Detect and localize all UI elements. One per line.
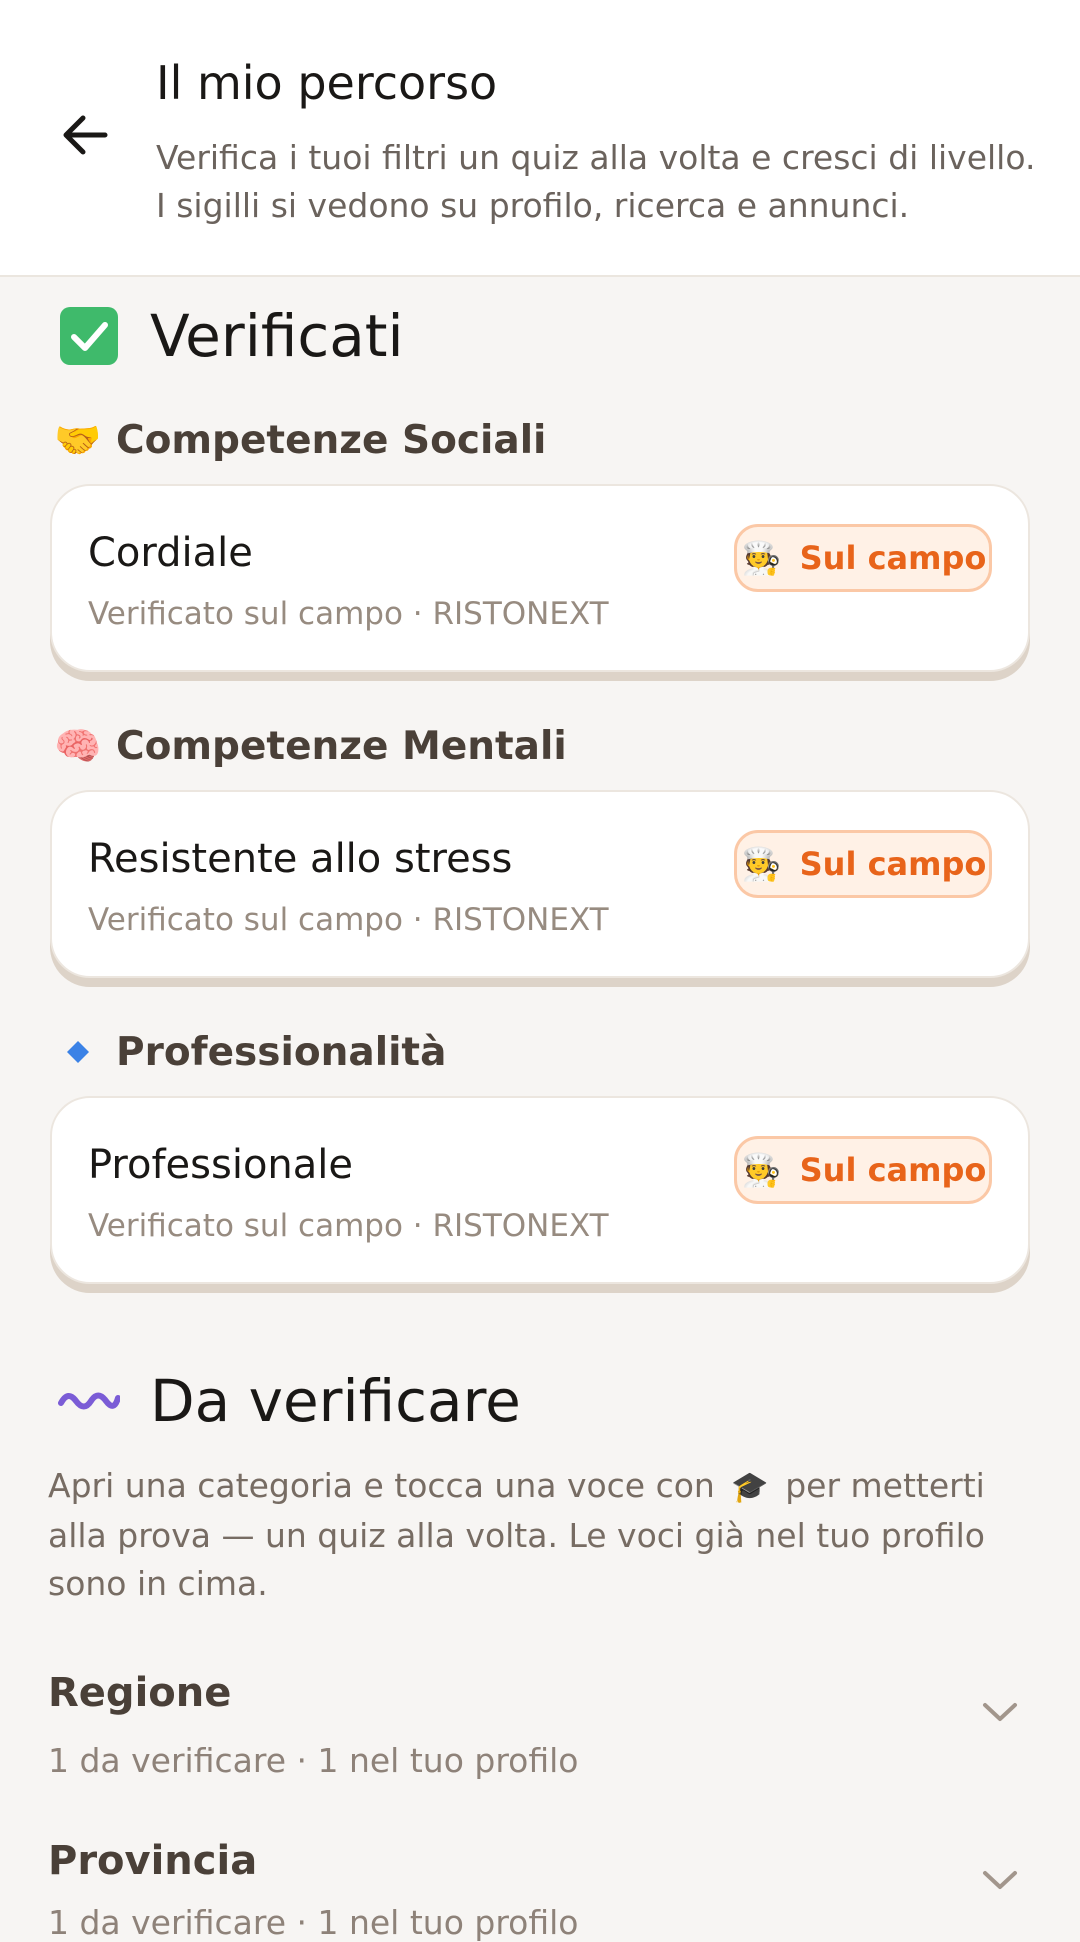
- category-label: Competenze Sociali: [116, 417, 547, 463]
- page-title: Il mio percorso: [156, 56, 498, 110]
- verified-item-resistente-allo-stress[interactable]: Resistente allo stress Verificato sul ca…: [50, 790, 1030, 978]
- chevron-down-icon[interactable]: [980, 1860, 1020, 1900]
- top-bar: Il mio percorso Verifica i tuoi filtri u…: [0, 0, 1080, 277]
- field-badge: 🧑‍🍳 Sul campo: [734, 830, 992, 898]
- back-button[interactable]: [50, 100, 120, 170]
- chef-icon: 🧑‍🍳: [741, 539, 782, 577]
- item-title: Professionale: [88, 1142, 353, 1188]
- check-box-icon: [58, 305, 120, 367]
- description-text: Apri una categoria e tocca una voce con: [48, 1466, 715, 1505]
- brain-icon: 🧠: [54, 723, 102, 768]
- chevron-down-icon[interactable]: [980, 1692, 1020, 1732]
- wavy-line-icon: [58, 1370, 120, 1432]
- field-badge: 🧑‍🍳 Sul campo: [734, 524, 992, 592]
- category-competenze-sociali: 🤝 Competenze Sociali: [54, 416, 546, 464]
- accordion-subtitle: 1 da verificare · 1 nel tuo profilo: [48, 1903, 579, 1942]
- to-verify-description: Apri una categoria e tocca una voce con …: [48, 1462, 1038, 1608]
- to-verify-title-text: Da verificare: [150, 1367, 521, 1435]
- to-verify-section-title: Da verificare: [58, 1367, 521, 1435]
- accordion-title: Provincia: [48, 1838, 258, 1884]
- graduation-cap-icon: 🎓: [731, 1470, 769, 1505]
- badge-label: Sul campo: [799, 1151, 987, 1189]
- category-label: Professionalità: [116, 1029, 447, 1075]
- badge-label: Sul campo: [799, 845, 987, 883]
- item-subtitle: Verificato sul campo · RISTONEXT: [88, 902, 609, 938]
- arrow-left-icon: [63, 115, 108, 155]
- category-professionalita: Professionalità: [54, 1028, 446, 1076]
- category-label: Competenze Mentali: [116, 723, 567, 769]
- badge-label: Sul campo: [799, 539, 987, 577]
- accordion-title: Regione: [48, 1670, 232, 1716]
- category-competenze-mentali: 🧠 Competenze Mentali: [54, 722, 567, 770]
- accordion-subtitle: 1 da verificare · 1 nel tuo profilo: [48, 1741, 579, 1780]
- verified-title-text: Verificati: [150, 302, 404, 370]
- field-badge: 🧑‍🍳 Sul campo: [734, 1136, 992, 1204]
- chef-icon: 🧑‍🍳: [741, 1151, 782, 1189]
- item-subtitle: Verificato sul campo · RISTONEXT: [88, 1208, 609, 1244]
- item-title: Cordiale: [88, 530, 253, 576]
- verified-item-professionale[interactable]: Professionale Verificato sul campo · RIS…: [50, 1096, 1030, 1284]
- handshake-icon: 🤝: [54, 417, 102, 462]
- page-subtitle: Verifica i tuoi filtri un quiz alla volt…: [156, 138, 1036, 225]
- verified-section-title: Verificati: [58, 302, 404, 370]
- item-title: Resistente allo stress: [88, 836, 513, 882]
- item-subtitle: Verificato sul campo · RISTONEXT: [88, 596, 609, 632]
- verified-item-cordiale[interactable]: Cordiale Verificato sul campo · RISTONEX…: [50, 484, 1030, 672]
- chef-icon: 🧑‍🍳: [741, 845, 782, 883]
- blue-diamond-icon: [54, 1028, 102, 1076]
